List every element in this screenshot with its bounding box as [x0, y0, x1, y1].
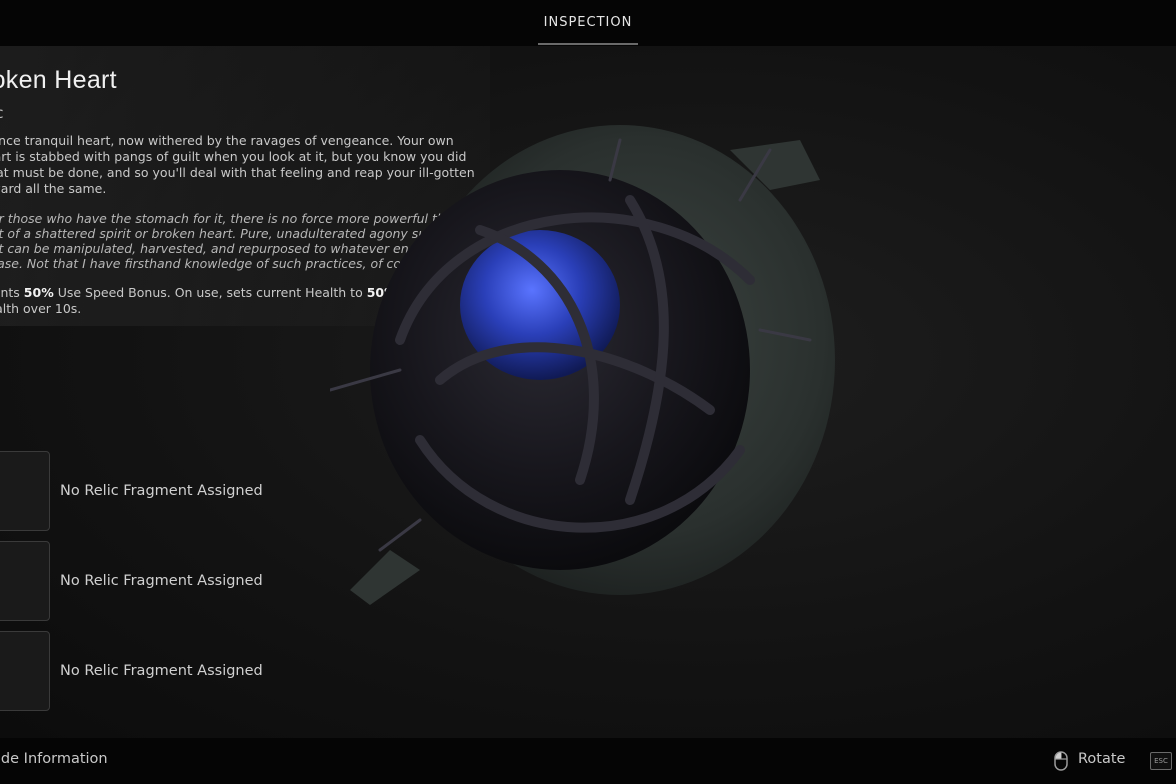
fragment-slot-3-label: No Relic Fragment Assigned — [60, 663, 263, 679]
effect-prefix: Grants — [0, 285, 20, 300]
effect-value-1: 50% — [23, 285, 54, 300]
fragment-slot-1[interactable] — [0, 451, 50, 531]
item-title: Broken Heart — [0, 66, 117, 94]
rotate-hint: Rotate — [1078, 751, 1126, 767]
relic-bottom-prong — [350, 550, 420, 605]
fragment-slot-2[interactable] — [0, 541, 50, 621]
mouse-icon — [1054, 751, 1068, 771]
item-type: Relic — [0, 104, 4, 122]
bottom-bar — [0, 738, 1176, 784]
broken-heart-relic-model[interactable] — [330, 120, 850, 620]
fragment-slot-1-label: No Relic Fragment Assigned — [60, 483, 263, 499]
fragment-slot-2-label: No Relic Fragment Assigned — [60, 573, 263, 589]
esc-key-icon[interactable]: ESC — [1150, 752, 1172, 770]
hide-information-button[interactable]: Hide Information — [0, 751, 108, 767]
effect-middle: Use Speed Bonus. On use, sets current He… — [53, 285, 367, 300]
tab-inspection[interactable]: INSPECTION — [538, 0, 638, 46]
fragment-slot-3[interactable] — [0, 631, 50, 711]
tab-active-indicator — [538, 43, 638, 45]
